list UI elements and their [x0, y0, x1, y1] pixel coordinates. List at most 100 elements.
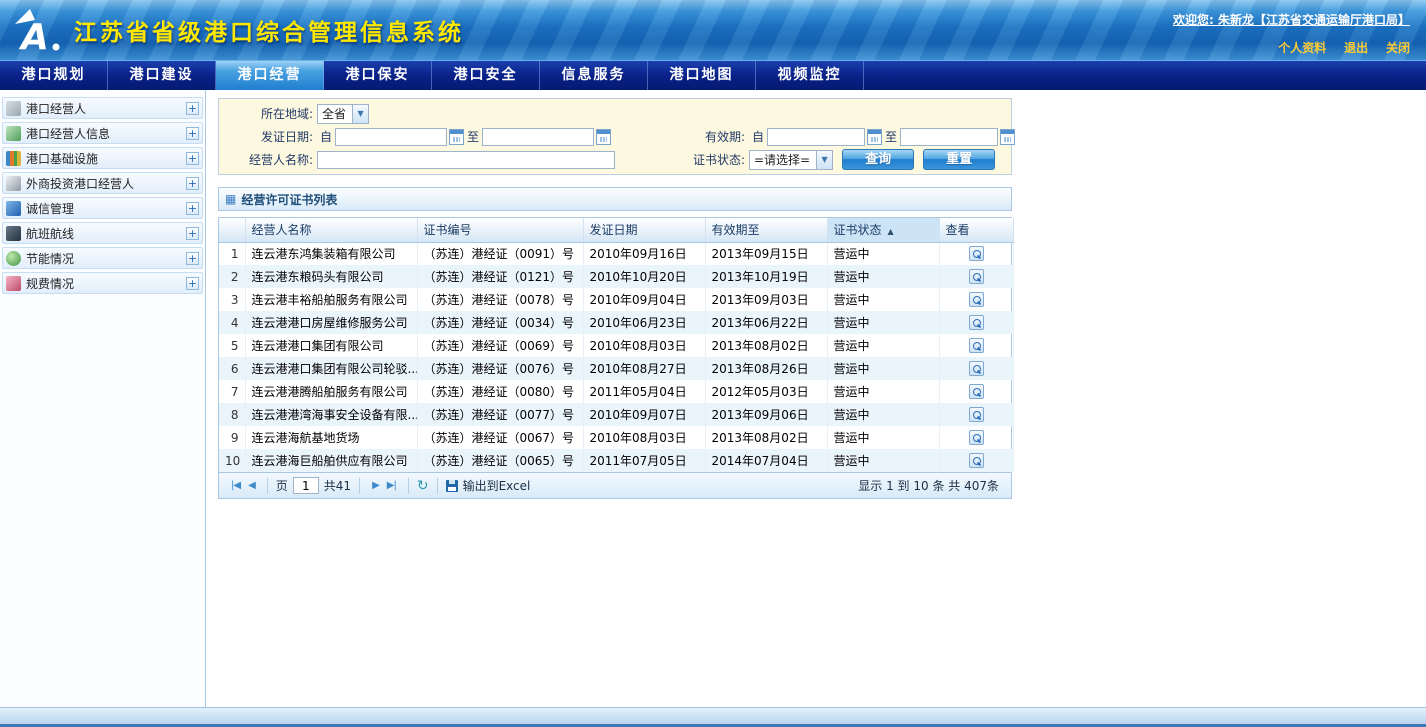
expand-plus-icon[interactable]: + [186, 202, 199, 215]
next-page-button[interactable]: ▶ [372, 480, 379, 491]
query-button[interactable]: 查询 [842, 149, 914, 170]
calendar-icon[interactable] [596, 129, 611, 145]
status-cell: 营运中 [827, 265, 939, 288]
divider [359, 478, 360, 494]
first-page-button[interactable]: |◀ [231, 480, 240, 491]
list-panel-header: ▦ 经营许可证书列表 [218, 187, 1012, 211]
column-header-3[interactable]: 有效期至 [705, 218, 827, 242]
sidebar-item-5[interactable]: 航班航线+ [2, 222, 203, 244]
table-row[interactable]: 9连云港海航基地货场（苏连）港经证（0067）号2010年08月03日2013年… [219, 426, 1013, 449]
issue-date-cell: 2010年09月04日 [583, 288, 705, 311]
view-detail-icon[interactable] [969, 246, 984, 261]
energy-icon [6, 251, 21, 266]
nav-tab-3[interactable]: 港口保安 [324, 61, 432, 90]
table-row[interactable]: 5连云港港口集团有限公司（苏连）港经证（0069）号2010年08月03日201… [219, 334, 1013, 357]
sidebar-item-3[interactable]: 外商投资港口经营人+ [2, 172, 203, 194]
expand-plus-icon[interactable]: + [186, 252, 199, 265]
table-row[interactable]: 1连云港东鸿集装箱有限公司（苏连）港经证（0091）号2010年09月16日20… [219, 242, 1013, 265]
sidebar-item-7[interactable]: 规费情况+ [2, 272, 203, 294]
nav-tab-6[interactable]: 港口地图 [648, 61, 756, 90]
refresh-icon[interactable]: ↻ [417, 479, 429, 493]
nav-tab-0[interactable]: 港口规划 [0, 61, 108, 90]
reset-button[interactable]: 重置 [923, 149, 995, 170]
valid-from-input[interactable] [767, 128, 865, 146]
sidebar-item-4[interactable]: 诚信管理+ [2, 197, 203, 219]
valid-until-cell: 2013年06月22日 [705, 311, 827, 334]
welcome-text: 欢迎您: 朱新龙【江苏省交通运输厅港口局】 [1173, 11, 1410, 28]
nav-tab-2[interactable]: 港口经营 [216, 61, 324, 90]
prev-page-button[interactable]: ◀ [248, 480, 255, 491]
issue-date-cell: 2011年07月05日 [583, 449, 705, 472]
nav-tab-4[interactable]: 港口安全 [432, 61, 540, 90]
table-row[interactable]: 7连云港港腾船舶服务有限公司（苏连）港经证（0080）号2011年05月04日2… [219, 380, 1013, 403]
logout-link[interactable]: 退出 [1344, 41, 1368, 55]
operator-name-cell: 连云港港湾海事安全设备有限... [245, 403, 417, 426]
sidebar-item-2[interactable]: 港口基础设施+ [2, 147, 203, 169]
view-cell [939, 357, 1013, 380]
view-detail-icon[interactable] [969, 407, 984, 422]
view-detail-icon[interactable] [969, 338, 984, 353]
calendar-icon[interactable] [449, 129, 464, 145]
table-row[interactable]: 3连云港丰裕船舶服务有限公司（苏连）港经证（0078）号2010年09月04日2… [219, 288, 1013, 311]
region-select[interactable]: 全省 ▼ [317, 104, 369, 124]
sort-asc-icon: ▲ [888, 227, 894, 236]
row-number-cell: 7 [219, 380, 245, 403]
nav-tab-7[interactable]: 视频监控 [756, 61, 864, 90]
view-cell [939, 449, 1013, 472]
operator-name-input[interactable] [317, 151, 615, 169]
sidebar-item-1[interactable]: 港口经营人信息+ [2, 122, 203, 144]
valid-until-cell: 2013年09月15日 [705, 242, 827, 265]
calendar-icon[interactable] [1000, 129, 1015, 145]
view-detail-icon[interactable] [969, 430, 984, 445]
sidebar-item-0[interactable]: 港口经营人+ [2, 97, 203, 119]
sidebar-item-6[interactable]: 节能情况+ [2, 247, 203, 269]
page-number-input[interactable] [293, 477, 319, 494]
expand-plus-icon[interactable]: + [186, 152, 199, 165]
row-number-cell: 8 [219, 403, 245, 426]
export-excel-button[interactable]: 输出到Excel [446, 477, 531, 494]
region-select-value: 全省 [322, 105, 352, 122]
cert-number-cell: （苏连）港经证（0078）号 [417, 288, 583, 311]
last-page-button[interactable]: ▶| [387, 480, 396, 491]
column-header-1[interactable]: 证书编号 [417, 218, 583, 242]
issue-date-cell: 2010年08月03日 [583, 426, 705, 449]
expand-plus-icon[interactable]: + [186, 127, 199, 140]
close-link[interactable]: 关闭 [1386, 41, 1410, 55]
view-detail-icon[interactable] [969, 384, 984, 399]
issue-date-from-input[interactable] [335, 128, 447, 146]
profile-link[interactable]: 个人资料 [1278, 41, 1326, 55]
view-detail-icon[interactable] [969, 453, 984, 468]
column-header-0[interactable]: 经营人名称 [245, 218, 417, 242]
expand-plus-icon[interactable]: + [186, 177, 199, 190]
cert-number-cell: （苏连）港经证（0034）号 [417, 311, 583, 334]
issue-date-to-input[interactable] [482, 128, 594, 146]
table-row[interactable]: 4连云港港口房屋维修服务公司（苏连）港经证（0034）号2010年06月23日2… [219, 311, 1013, 334]
column-header-5[interactable]: 查看 [939, 218, 1013, 242]
table-row[interactable]: 8连云港港湾海事安全设备有限...（苏连）港经证（0077）号2010年09月0… [219, 403, 1013, 426]
table-row[interactable]: 2连云港东粮码头有限公司（苏连）港经证（0121）号2010年10月20日201… [219, 265, 1013, 288]
view-detail-icon[interactable] [969, 292, 984, 307]
status-cell: 营运中 [827, 242, 939, 265]
table-row[interactable]: 10连云港海巨船舶供应有限公司（苏连）港经证（0065）号2011年07月05日… [219, 449, 1013, 472]
calendar-icon[interactable] [867, 129, 882, 145]
valid-until-cell: 2013年10月19日 [705, 265, 827, 288]
expand-plus-icon[interactable]: + [186, 227, 199, 240]
main-nav-tabs: 港口规划港口建设 港口经营 港口保安港口安全信息服务港口地图视频监控 [0, 60, 1426, 90]
nav-tab-5[interactable]: 信息服务 [540, 61, 648, 90]
column-header-2[interactable]: 发证日期 [583, 218, 705, 242]
expand-plus-icon[interactable]: + [186, 277, 199, 290]
view-detail-icon[interactable] [969, 361, 984, 376]
table-row[interactable]: 6连云港港口集团有限公司轮驳...（苏连）港经证（0076）号2010年08月2… [219, 357, 1013, 380]
record-summary: 显示 1 到 10 条 共 407条 [858, 477, 1003, 494]
nav-tab-label: 港口经营 [238, 67, 302, 83]
status-select[interactable]: =请选择= ▼ [749, 150, 833, 170]
nav-tab-1[interactable]: 港口建设 [108, 61, 216, 90]
sidebar-item-label: 规费情况 [26, 275, 186, 292]
valid-until-cell: 2014年07月04日 [705, 449, 827, 472]
view-detail-icon[interactable] [969, 269, 984, 284]
column-header-4[interactable]: 证书状态▲ [827, 218, 939, 242]
expand-plus-icon[interactable]: + [186, 102, 199, 115]
divider [437, 478, 438, 494]
valid-to-input[interactable] [900, 128, 998, 146]
view-detail-icon[interactable] [969, 315, 984, 330]
